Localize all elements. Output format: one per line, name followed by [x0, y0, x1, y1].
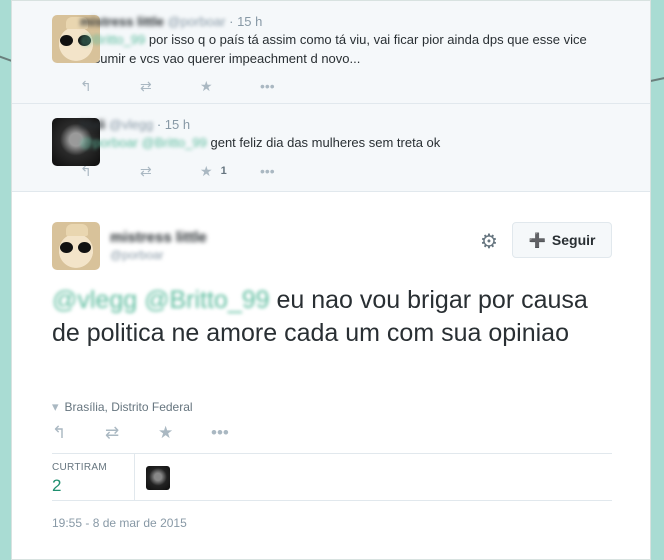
reply-tweet[interactable]: mistress little @porboar · 15 h @Britto_… [12, 1, 650, 104]
main-tweet-text: @vlegg @Britto_99 eu nao vou brigar por … [52, 284, 617, 350]
tweet-text: @porboar @Britto_99 gent feliz dia das m… [80, 133, 634, 152]
gear-icon[interactable]: ⚙ [480, 229, 498, 254]
tweet-time[interactable]: 15 h [237, 14, 262, 29]
avatar-hat [66, 224, 88, 236]
star-icon[interactable]: ★ [200, 78, 260, 95]
more-icon[interactable]: ••• [260, 78, 320, 94]
pin-icon: ▾ [52, 399, 59, 414]
main-user-handle[interactable]: @porboar [110, 248, 207, 262]
reply-icon[interactable]: ↰ [80, 78, 140, 95]
mention-link[interactable]: @vlegg @Britto_99 [52, 286, 270, 314]
star-icon[interactable]: ★ [158, 423, 211, 443]
more-icon[interactable]: ••• [211, 423, 264, 443]
tweet-body: gent feliz dia das mulheres sem treta ok [210, 135, 441, 150]
tweet-time[interactable]: 15 h [165, 117, 190, 132]
user-handle[interactable]: @porboar [167, 14, 225, 29]
likes-count[interactable]: 2 [52, 476, 61, 496]
tweet-actions: ↰ ⇄ ★ 1 ••• [80, 161, 634, 181]
tweet-stats: CURTIRAM 2 [52, 453, 612, 501]
avatar-glasses [60, 242, 92, 253]
tweet-timestamp: 19:55 - 8 de mar de 2015 [52, 516, 187, 530]
tweet-body: por isso q o país tá assim como tá viu, … [80, 32, 587, 66]
main-avatar[interactable] [52, 222, 100, 270]
star-icon[interactable]: ★ 1 [200, 163, 260, 180]
liker-avatar[interactable] [146, 466, 170, 490]
follow-label: Seguir [551, 232, 596, 248]
favorite-count: 1 [220, 165, 227, 177]
main-tweet-header: mistress little @porboar [110, 229, 207, 262]
reply-icon[interactable]: ↰ [52, 423, 105, 443]
mention-link[interactable]: @porboar @Britto_99 [80, 135, 207, 150]
follow-button[interactable]: ➕ Seguir [512, 222, 612, 258]
retweet-icon[interactable]: ⇄ [140, 78, 200, 95]
main-tweet-actions: ↰ ⇄ ★ ••• [52, 423, 264, 443]
tweet-actions: ↰ ⇄ ★ ••• [80, 76, 634, 96]
location-label: Brasília, Distrito Federal [64, 400, 193, 414]
mention-link[interactable]: @Britto_99 [80, 32, 145, 47]
tweet-permalink-card: mistress little @porboar · 15 h @Britto_… [11, 0, 651, 560]
retweet-icon[interactable]: ⇄ [140, 163, 200, 180]
add-person-icon: ➕ [528, 231, 546, 248]
more-icon[interactable]: ••• [260, 163, 320, 179]
tweet-text: @Britto_99 por isso q o país tá assim co… [80, 30, 634, 68]
tweet-header: mistress little @porboar · 15 h [80, 14, 263, 29]
user-name[interactable]: mistress little [80, 14, 164, 29]
tweet-location[interactable]: ▾ Brasília, Distrito Federal [52, 399, 193, 415]
user-handle[interactable]: @vlegg [109, 117, 153, 132]
tweet-header: Mali @vlegg · 15 h [80, 117, 191, 132]
user-name[interactable]: Mali [80, 117, 105, 132]
stats-divider [134, 454, 135, 501]
reply-tweet[interactable]: Mali @vlegg · 15 h @porboar @Britto_99 g… [12, 104, 650, 192]
likes-label: CURTIRAM [52, 462, 107, 473]
main-user-name[interactable]: mistress little [110, 229, 207, 246]
retweet-icon[interactable]: ⇄ [105, 423, 158, 443]
